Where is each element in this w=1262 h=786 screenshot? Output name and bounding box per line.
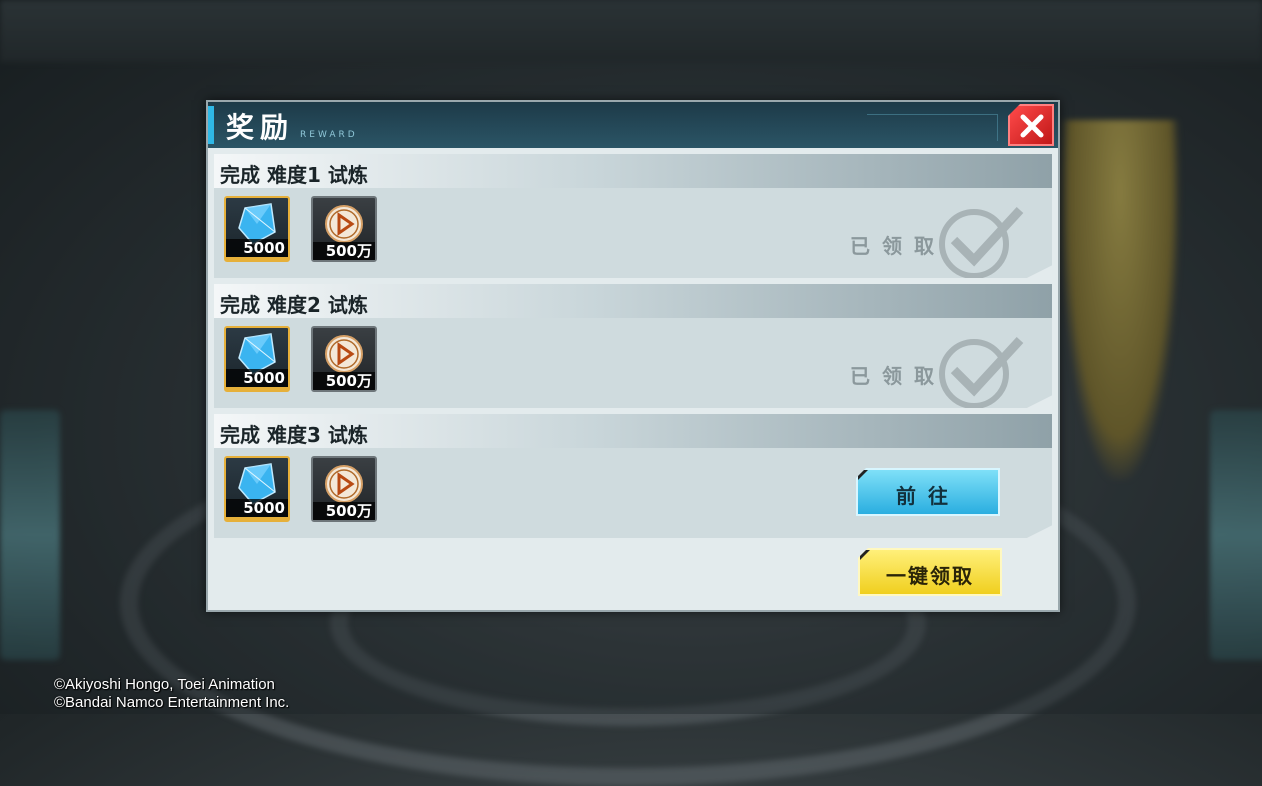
reward-item-count: 500万 — [313, 242, 375, 260]
claim-all-label: 一键领取 — [886, 564, 974, 588]
gold-coin-icon — [325, 335, 363, 373]
button-corner — [860, 550, 870, 560]
header-accent-bar — [208, 106, 214, 144]
reward-item-count: 5000 — [226, 499, 288, 520]
reward-row-body: 5000 500万 已领取 — [214, 188, 1052, 278]
reward-row-body: 5000 500万 已领取 — [214, 318, 1052, 408]
reward-row: 完成 难度2 试炼 5000 500万 已领取 — [214, 284, 1052, 410]
claimed-status: 已领取 — [850, 206, 1040, 278]
dialog-title: 奖励 — [226, 111, 295, 144]
reward-row: 完成 难度1 试炼 5000 500万 已领取 — [214, 154, 1052, 280]
reward-item-count: 500万 — [313, 502, 375, 520]
reward-dialog: 奖励 REWARD 完成 难度1 试炼 5000 500万 已领取 完成 难度2… — [206, 100, 1060, 612]
reward-item-crystal[interactable]: 5000 — [224, 326, 290, 392]
go-button[interactable]: 前往 — [856, 468, 1000, 516]
claimed-label: 已领取 — [850, 234, 946, 258]
gold-coin-icon — [325, 465, 363, 503]
copyright-line: ©Bandai Namco Entertainment Inc. — [54, 694, 290, 711]
reward-row: 完成 难度3 试炼 5000 500万 前往 — [214, 414, 1052, 540]
reward-item-coin[interactable]: 500万 — [311, 196, 377, 262]
dialog-header: 奖励 REWARD — [208, 102, 1058, 148]
gold-coin-icon — [325, 205, 363, 243]
copyright-line: ©Akiyoshi Hongo, Toei Animation — [54, 676, 275, 693]
close-x-icon — [1020, 114, 1044, 138]
reward-item-crystal[interactable]: 5000 — [224, 196, 290, 262]
copyright-notice: ©Akiyoshi Hongo, Toei Animation ©Bandai … — [54, 676, 289, 712]
close-button[interactable] — [1008, 104, 1054, 146]
go-button-label: 前往 — [896, 484, 960, 508]
reward-row-header: 完成 难度2 试炼 — [214, 284, 1052, 318]
header-decoration — [867, 114, 998, 141]
reward-title: 完成 难度3 试炼 — [220, 423, 368, 447]
reward-item-count: 500万 — [313, 372, 375, 390]
reward-item-count: 5000 — [226, 239, 288, 260]
reward-title: 完成 难度1 试炼 — [220, 163, 368, 187]
checkmark-icon — [939, 336, 1024, 408]
reward-item-coin[interactable]: 500万 — [311, 456, 377, 522]
claim-all-button[interactable]: 一键领取 — [858, 548, 1002, 596]
reward-item-coin[interactable]: 500万 — [311, 326, 377, 392]
reward-list: 完成 难度1 试炼 5000 500万 已领取 完成 难度2 试炼 5000 5… — [214, 154, 1052, 544]
dialog-subtitle: REWARD — [300, 130, 358, 140]
reward-row-header: 完成 难度1 试炼 — [214, 154, 1052, 188]
claimed-status: 已领取 — [850, 336, 1040, 408]
reward-item-crystal[interactable]: 5000 — [224, 456, 290, 522]
reward-item-count: 5000 — [226, 369, 288, 390]
button-corner — [858, 470, 868, 480]
claimed-label: 已领取 — [850, 364, 946, 388]
checkmark-icon — [939, 206, 1024, 278]
reward-row-header: 完成 难度3 试炼 — [214, 414, 1052, 448]
reward-title: 完成 难度2 试炼 — [220, 293, 368, 317]
reward-row-body: 5000 500万 前往 — [214, 448, 1052, 538]
